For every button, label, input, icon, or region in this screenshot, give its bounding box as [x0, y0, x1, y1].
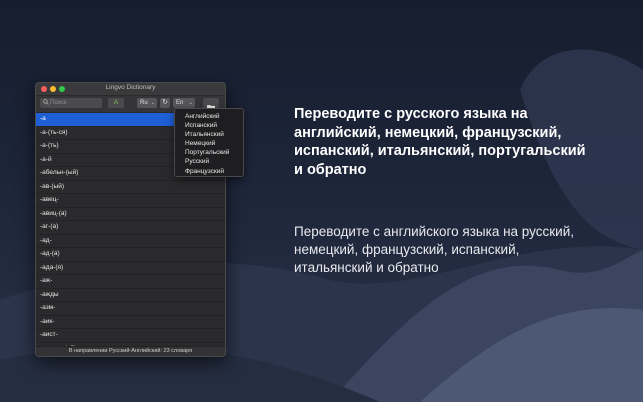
swap-icon: ↻	[162, 99, 168, 106]
source-language-value: Ru	[140, 100, 148, 106]
chevron-down-icon: ⌄	[150, 100, 155, 106]
list-item[interactable]: -ад-	[36, 235, 225, 248]
menu-item-french[interactable]: Французский	[175, 167, 243, 176]
list-item[interactable]: -азм-	[36, 302, 225, 316]
a-button[interactable]: A	[108, 98, 124, 108]
menu-item-english[interactable]: Английский	[175, 112, 243, 121]
menu-item-russian[interactable]: Русский	[175, 157, 243, 166]
status-bar: В направлении Русский-Английский: 23 сло…	[36, 346, 225, 356]
list-item[interactable]: -аик-	[36, 316, 225, 329]
list-item[interactable]: -ада-(я)	[36, 262, 225, 275]
menu-item-portuguese[interactable]: Португальский	[175, 148, 243, 157]
menu-item-italian[interactable]: Итальянский	[175, 130, 243, 139]
list-item[interactable]: -аг-(а)	[36, 221, 225, 235]
promo-subtext: Переводите с английского языка на русски…	[294, 224, 574, 275]
target-language-value: En	[176, 100, 184, 106]
target-language-select[interactable]: En ⌄	[173, 98, 195, 108]
list-item[interactable]: -аж-	[36, 275, 225, 289]
search-input[interactable]: Поиск	[40, 98, 102, 108]
list-item[interactable]: -аист-	[36, 329, 225, 343]
list-item[interactable]: -ажды	[36, 289, 225, 302]
swap-languages-button[interactable]: ↻	[160, 98, 170, 108]
list-item[interactable]: -авец-	[36, 194, 225, 208]
chevron-down-icon: ⌄	[188, 100, 193, 106]
promo-heading: Переводите с русского языка на английски…	[294, 106, 586, 178]
language-dropdown-menu: Английский Испанский Итальянский Немецки…	[174, 108, 244, 177]
menu-item-spanish[interactable]: Испанский	[175, 121, 243, 130]
menu-item-german[interactable]: Немецкий	[175, 139, 243, 148]
source-language-select[interactable]: Ru ⌄	[137, 98, 157, 108]
list-item[interactable]: -авиц-(а)	[36, 208, 225, 221]
search-placeholder: Поиск	[50, 100, 67, 106]
list-item[interactable]: -ад-(а)	[36, 248, 225, 262]
search-icon	[43, 99, 49, 105]
window-title: Lingvo Dictionary	[105, 84, 156, 91]
dictionaries-button[interactable]	[203, 98, 219, 111]
list-item[interactable]: -ав-(ый)	[36, 181, 225, 194]
title-bar: Lingvo Dictionary	[36, 83, 225, 96]
